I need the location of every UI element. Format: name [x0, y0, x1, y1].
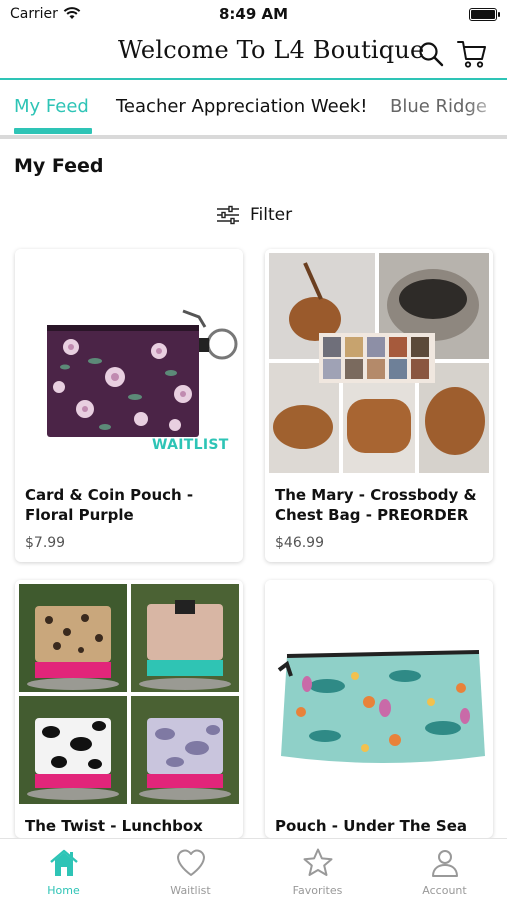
- category-tabs: My Feed Teacher Appreciation Week! Blue …: [0, 80, 507, 136]
- search-icon: [419, 42, 444, 67]
- home-icon: [50, 849, 78, 876]
- product-name: The Twist - Lunchbox: [25, 817, 203, 835]
- status-bar: Carrier 8:49 AM: [0, 0, 507, 30]
- nav-favorites-label: Favorites: [292, 884, 343, 897]
- product-name: Pouch - Under The Sea: [275, 817, 468, 835]
- nav-account[interactable]: Account: [381, 839, 507, 900]
- product-name: Card & Coin Pouch - Floral Purple: [25, 486, 194, 524]
- nav-home[interactable]: Home: [0, 839, 127, 900]
- heart-icon: [177, 849, 205, 876]
- tab-my-feed[interactable]: My Feed: [14, 96, 89, 117]
- filter-label: Filter: [250, 205, 293, 225]
- nav-waitlist[interactable]: Waitlist: [127, 839, 254, 900]
- cart-icon: [457, 41, 486, 68]
- product-image-under-the-sea-pouch: [265, 580, 493, 808]
- waitlist-badge: WAITLIST: [152, 437, 229, 453]
- tabs-fade: [467, 80, 507, 136]
- product-card[interactable]: Pouch - Under The Sea: [265, 580, 493, 838]
- cart-button[interactable]: [456, 38, 488, 70]
- active-tab-indicator: [14, 128, 92, 134]
- nav-account-label: Account: [422, 884, 467, 897]
- store-title: Welcome To L4 Boutique: [118, 36, 425, 64]
- product-name: The Mary - Crossbody & Chest Bag - PREOR…: [275, 486, 477, 524]
- product-card[interactable]: WAITLIST Card & Coin Pouch - Floral Purp…: [15, 249, 243, 562]
- filter-icon: [217, 205, 239, 225]
- nav-home-label: Home: [47, 884, 80, 897]
- product-price: $46.99: [275, 535, 324, 551]
- nav-waitlist-label: Waitlist: [170, 884, 211, 897]
- tab-teacher-appreciation-week[interactable]: Teacher Appreciation Week!: [116, 96, 367, 117]
- product-image-twist-lunchbox: [15, 580, 243, 808]
- search-button[interactable]: [415, 38, 447, 70]
- battery-icon: [469, 8, 500, 21]
- tabs-divider: [0, 135, 507, 139]
- nav-favorites[interactable]: Favorites: [254, 839, 381, 900]
- bottom-nav: Home Waitlist Favorites Account: [0, 838, 507, 900]
- app-header: Welcome To L4 Boutique: [0, 30, 507, 78]
- feed-title: My Feed: [14, 155, 104, 177]
- account-icon: [432, 850, 458, 877]
- product-image-mary-bag: [265, 249, 493, 477]
- star-icon: [303, 848, 333, 876]
- product-price: $7.99: [25, 535, 66, 551]
- product-card[interactable]: The Twist - Lunchbox: [15, 580, 243, 838]
- filter-button[interactable]: Filter: [216, 203, 292, 227]
- status-time: 8:49 AM: [218, 5, 289, 23]
- product-card[interactable]: The Mary - Crossbody & Chest Bag - PREOR…: [265, 249, 493, 562]
